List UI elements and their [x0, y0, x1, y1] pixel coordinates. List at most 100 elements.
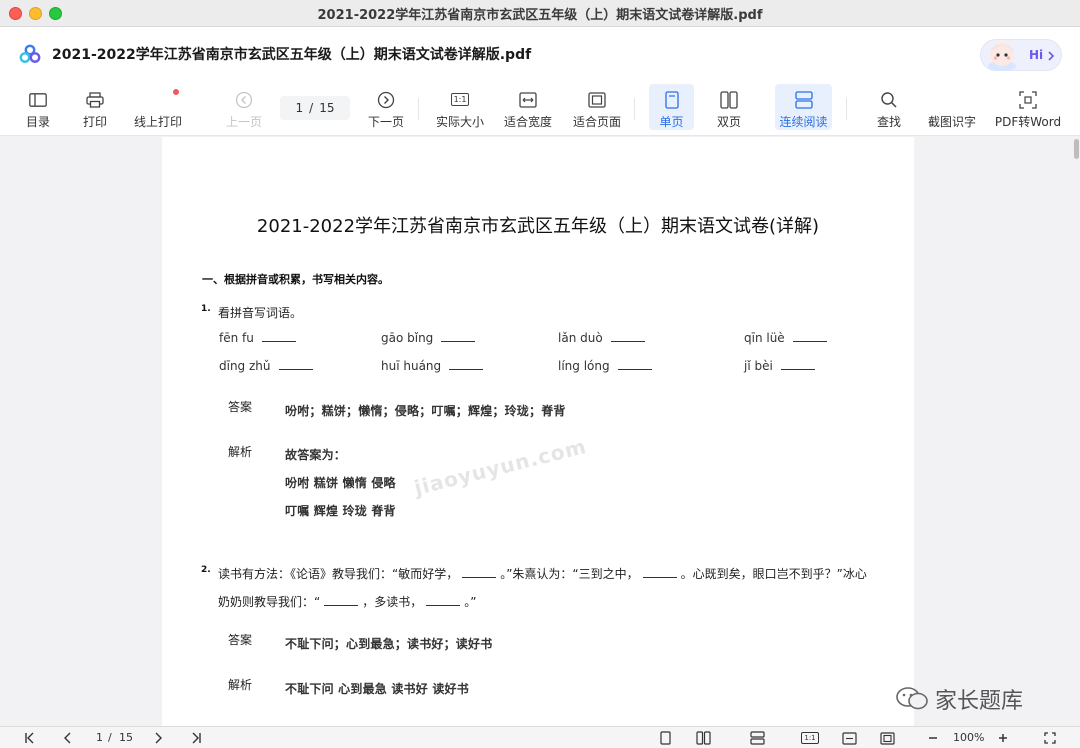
assistant-avatar-icon	[988, 42, 1016, 71]
double-page-icon	[720, 90, 738, 109]
scrollbar-thumb[interactable]	[1074, 139, 1079, 159]
last-page-icon	[192, 732, 201, 744]
double-page-small-button[interactable]	[694, 730, 712, 746]
pdf-page: 2021-2022学年江苏省南京市玄武区五年级（上）期末语文试卷(详解) 一、根…	[162, 137, 914, 726]
actual-size-icon: 1:1	[450, 93, 470, 106]
analysis-label: 解析	[228, 678, 253, 692]
next-page-label: 下一页	[367, 115, 404, 129]
bottom-page-current[interactable]: 1	[96, 731, 103, 744]
single-page-button[interactable]: 单页	[649, 84, 694, 130]
fullscreen-button[interactable]	[1042, 730, 1058, 746]
pinyin-item: lǎn duò	[558, 331, 645, 345]
actual-size-icon: 1:1	[801, 732, 819, 744]
assistant-button[interactable]: Hi	[980, 39, 1062, 71]
toolbar-divider	[634, 98, 635, 120]
sidebar-icon	[29, 92, 47, 107]
chevron-left-icon	[64, 732, 71, 744]
zoom-out-button[interactable]	[925, 730, 941, 746]
actual-size-label: 实际大小	[436, 115, 485, 129]
fit-width-label: 适合宽度	[504, 115, 553, 129]
window-titlebar: 2021-2022学年江苏省南京市玄武区五年级（上）期末语文试卷详解版.pdf	[0, 0, 1080, 27]
pinyin-item: líng lóng	[558, 359, 652, 373]
toolbar-divider	[418, 98, 419, 120]
last-page-button[interactable]	[188, 730, 204, 746]
question-text: 奶奶则教导我们：“ ，多读书，。”	[218, 595, 477, 609]
answer-label: 答案	[228, 633, 253, 647]
fit-page-icon	[879, 731, 895, 745]
document-watermark: jiaoyuyun.com	[411, 433, 590, 501]
fit-width-icon	[841, 731, 857, 745]
page-number-input[interactable]: 1 / 15	[280, 96, 350, 120]
assistant-label: Hi	[1029, 48, 1044, 62]
brand-text: 家长题库	[935, 689, 1024, 714]
find-label: 查找	[876, 115, 901, 129]
pdf-to-word-label: PDF转Word	[994, 115, 1062, 129]
zoom-in-button[interactable]	[995, 730, 1011, 746]
actual-size-small-button[interactable]: 1:1	[800, 730, 820, 746]
zoom-window-button[interactable]	[49, 7, 62, 20]
page-current: 1	[295, 101, 304, 115]
fullscreen-icon	[1044, 732, 1056, 744]
fit-width-small-button[interactable]	[840, 730, 858, 746]
fit-page-button[interactable]: 适合页面	[572, 84, 622, 130]
pdf-to-word-button[interactable]: PDF转Word	[994, 84, 1062, 130]
ocr-label: 截图识字	[927, 115, 976, 129]
analysis-label: 解析	[228, 445, 253, 459]
pinyin-item: jǐ bèi	[744, 359, 815, 373]
toc-button[interactable]: 目录	[20, 84, 56, 130]
next-page-button[interactable]: 下一页	[366, 84, 406, 130]
document-title: 2021-2022学年江苏省南京市玄武区五年级（上）期末语文试卷详解版.pdf	[52, 47, 532, 63]
window-title: 2021-2022学年江苏省南京市玄武区五年级（上）期末语文试卷详解版.pdf	[317, 7, 763, 23]
double-page-label: 双页	[716, 115, 741, 129]
toolbar-divider	[846, 98, 847, 120]
pinyin-item: huī huáng	[381, 359, 484, 373]
plus-icon	[999, 734, 1007, 742]
window-controls	[9, 7, 62, 20]
bottom-page-separator: /	[108, 731, 112, 744]
vertical-scrollbar[interactable]	[1072, 137, 1080, 726]
zoom-level[interactable]: 100%	[953, 731, 984, 744]
fit-page-label: 适合页面	[572, 115, 621, 129]
print-button[interactable]: 打印	[78, 84, 112, 130]
chevron-right-icon	[155, 732, 162, 744]
ocr-button[interactable]: 截图识字	[926, 84, 978, 130]
actual-size-button[interactable]: 1:1 实际大小	[436, 84, 484, 130]
find-button[interactable]: 查找	[872, 84, 906, 130]
answer-label: 答案	[228, 400, 253, 414]
question-text: 读书有方法：《论语》教导我们：“敏而好学， 。”朱熹认为：“三到之中， 。心既到矣，…	[218, 567, 867, 581]
pinyin-item: dīng zhǔ	[219, 359, 313, 373]
minimize-window-button[interactable]	[29, 7, 42, 20]
analysis-line: 故答案为：	[285, 448, 347, 462]
bottom-bar: 1 / 15 1:1 100%	[0, 726, 1080, 748]
pinyin-item: qīn lüè	[744, 331, 827, 345]
chevron-right-icon	[1048, 51, 1055, 61]
next-page-small-button[interactable]	[150, 730, 166, 746]
brand-watermark: 家长题库	[895, 683, 1023, 715]
continuous-reading-icon	[794, 90, 813, 109]
continuous-reading-label: 连续阅读	[779, 115, 828, 129]
prev-page-button[interactable]: 上一页	[224, 84, 264, 130]
single-page-icon	[659, 731, 671, 745]
document-viewer[interactable]: 2021-2022学年江苏省南京市玄武区五年级（上）期末语文试卷(详解) 一、根…	[0, 137, 1080, 726]
notification-dot	[173, 89, 179, 95]
fit-page-small-button[interactable]	[878, 730, 896, 746]
first-page-button[interactable]	[22, 730, 38, 746]
answer-text: 不耻下问；心到最急；读书好；读好书	[285, 637, 493, 651]
close-window-button[interactable]	[9, 7, 22, 20]
continuous-small-button[interactable]	[748, 730, 766, 746]
question-number: 2.	[201, 565, 211, 575]
double-page-icon	[695, 731, 711, 745]
single-page-label: 单页	[659, 115, 684, 129]
fit-width-button[interactable]: 适合宽度	[504, 84, 552, 130]
double-page-button[interactable]: 双页	[708, 84, 750, 130]
page-heading: 2021-2022学年江苏省南京市玄武区五年级（上）期末语文试卷(详解)	[256, 216, 820, 237]
chevron-left-circle-icon	[235, 91, 253, 108]
pinyin-item: fēn fu	[219, 331, 296, 345]
app-logo-icon	[19, 44, 41, 63]
fit-page-icon	[588, 91, 606, 108]
page-total: 15	[319, 101, 335, 115]
single-page-small-button[interactable]	[657, 730, 673, 746]
pinyin-item: gāo bǐng	[381, 331, 476, 345]
continuous-reading-button[interactable]: 连续阅读	[775, 84, 832, 130]
prev-page-small-button[interactable]	[60, 730, 76, 746]
